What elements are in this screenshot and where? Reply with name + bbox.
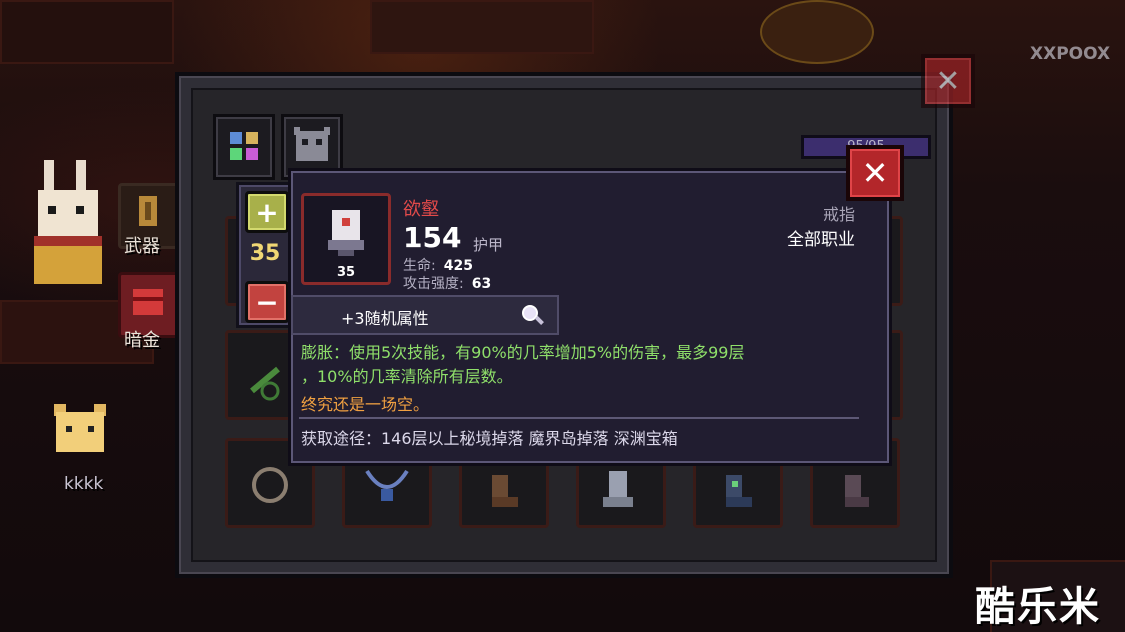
level-minus-button[interactable]: − bbox=[245, 281, 289, 323]
scene-shop-awning bbox=[370, 0, 594, 54]
item-tooltip: 35 欲壑 154 护甲 生命: 425 攻击强度: 63 戒指 全部职业 +3随机… bbox=[288, 168, 892, 466]
effect-line: 膨胀：使用5次技能，有90%的几率增加5%的伤害，最多99层 bbox=[301, 343, 745, 362]
watermark-top: XXPOOX bbox=[1030, 44, 1111, 64]
gold-chest-icon bbox=[133, 289, 163, 315]
grid-icon bbox=[230, 132, 258, 160]
rabbit-npc-icon bbox=[34, 160, 102, 284]
close-icon: ✕ bbox=[935, 63, 961, 99]
item-source-text: 获取途径：146层以上秘境掉落 魔界岛掉落 深渊宝箱 bbox=[301, 429, 678, 448]
panel-close-button[interactable]: ✕ bbox=[921, 54, 975, 108]
random-attribute-label: +3随机属性 bbox=[341, 309, 429, 328]
magnify-icon[interactable] bbox=[519, 302, 547, 330]
scene-wall-block bbox=[0, 0, 174, 64]
level-plus-button[interactable]: + bbox=[245, 191, 289, 233]
minus-icon: − bbox=[255, 285, 279, 319]
item-class-requirement: 全部职业 bbox=[787, 230, 855, 250]
stat-value: 63 bbox=[471, 276, 492, 292]
tooltip-close-button[interactable]: ✕ bbox=[846, 145, 904, 201]
level-value: 35 bbox=[249, 241, 281, 266]
item-name: 欲壑 bbox=[403, 199, 439, 220]
item-flavor-text: 终究还是一场空。 bbox=[301, 395, 430, 414]
item-score: 154 bbox=[403, 221, 462, 254]
item-effect-text: 膨胀：使用5次技能，有90%的几率增加5%的伤害，最多99层 ，10%的几率清除… bbox=[301, 341, 871, 389]
item-icon-box: 35 bbox=[301, 193, 391, 285]
close-icon: ✕ bbox=[861, 154, 889, 192]
weapon-side-label: 武器 bbox=[124, 236, 160, 257]
tooltip-divider bbox=[299, 417, 859, 419]
gold-side-label: 暗金 bbox=[124, 330, 160, 351]
level-stepper: + 35 − bbox=[236, 182, 294, 328]
ring-item-icon bbox=[328, 210, 364, 256]
stat-label: 攻击强度: bbox=[403, 276, 464, 292]
stat-row-hp: 生命: 425 bbox=[403, 255, 473, 275]
bear-pet-icon bbox=[54, 404, 106, 452]
watermark-bottom: 酷乐米 bbox=[975, 584, 1101, 630]
item-score-type: 护甲 bbox=[473, 236, 504, 254]
effect-line: ，10%的几率清除所有层数。 bbox=[301, 367, 513, 386]
random-attribute-bar[interactable]: +3随机属性 bbox=[291, 295, 559, 335]
scene-gold-emblem bbox=[760, 0, 874, 64]
item-slot-type: 戒指 bbox=[822, 205, 855, 224]
equipment-tab[interactable] bbox=[213, 114, 275, 180]
item-level: 35 bbox=[336, 265, 356, 280]
stat-value: 425 bbox=[443, 258, 473, 274]
plus-icon: + bbox=[255, 195, 279, 229]
stat-label: 生命: bbox=[403, 258, 436, 274]
player-name: kkkk bbox=[64, 474, 104, 494]
stat-row-attack: 攻击强度: 63 bbox=[403, 273, 491, 293]
